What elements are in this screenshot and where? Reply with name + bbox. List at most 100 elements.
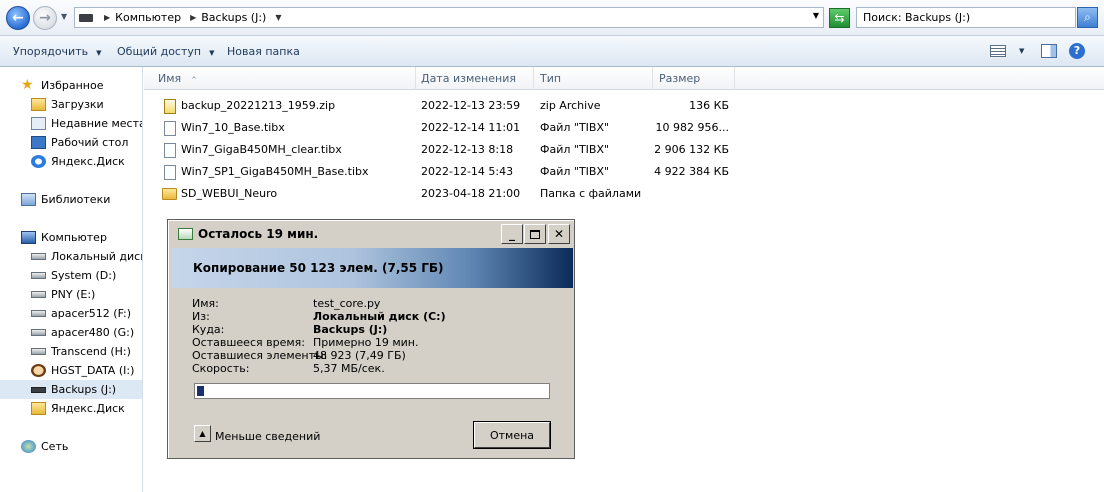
file-type: Файл "TIBX"	[540, 143, 610, 156]
less-details-label[interactable]: Меньше сведений	[215, 430, 320, 443]
forward-button[interactable]: →	[33, 6, 57, 30]
sidebar-item-label: Яндекс.Диск	[51, 155, 125, 168]
copy-progress-bar	[194, 383, 550, 399]
refresh-icon: ⇆	[834, 11, 845, 25]
file-row[interactable]: SD_WEBUI_Neuro 2023-04-18 21:00 Папка с …	[144, 183, 744, 205]
sidebar-item-label: apacer480 (G:)	[51, 326, 135, 339]
command-bar: Упорядочить ▼ Общий доступ ▼ Новая папка ▼…	[0, 36, 1104, 67]
from-value[interactable]: Локальный диск (C:)	[313, 310, 446, 323]
sidebar-item-desktop[interactable]: Рабочий стол	[0, 133, 142, 152]
file-type: Файл "TIBX"	[540, 165, 610, 178]
speed-value: 5,37 МБ/сек.	[313, 362, 385, 375]
sidebar-item-drive-j[interactable]: Backups (J:)	[0, 380, 142, 399]
sidebar-item-drive-d[interactable]: System (D:)	[0, 266, 142, 285]
cancel-button[interactable]: Отмена	[473, 421, 551, 449]
search-input[interactable]: Поиск: Backups (J:)	[856, 7, 1076, 28]
sidebar-item-drive-e[interactable]: PNY (E:)	[0, 285, 142, 304]
new-folder-button[interactable]: Новая папка	[227, 45, 300, 58]
close-icon: ✕	[553, 227, 565, 241]
dialog-title-bar[interactable]: Осталось 19 мин. _ ✕	[170, 222, 572, 246]
speed-label: Скорость:	[192, 362, 250, 375]
column-date[interactable]: Дата изменения	[415, 67, 534, 90]
file-row[interactable]: Win7_GigaB450MH_clear.tibx 2022-12-13 8:…	[144, 139, 744, 161]
star-icon: ★	[21, 77, 34, 93]
drive-icon	[31, 253, 46, 260]
sidebar-item-drive-f[interactable]: apacer512 (F:)	[0, 304, 142, 323]
view-dropdown-icon[interactable]: ▼	[1019, 47, 1024, 55]
breadcrumb-drive[interactable]: Backups (J:)	[201, 11, 266, 24]
sidebar-item-drive-g[interactable]: apacer480 (G:)	[0, 323, 142, 342]
sidebar-item-label: Backups (J:)	[51, 383, 117, 396]
file-name: Win7_10_Base.tibx	[181, 121, 285, 134]
share-label: Общий доступ	[117, 45, 202, 58]
sidebar-item-yandex-disk[interactable]: Яндекс.Диск	[0, 152, 142, 171]
time-left-label: Оставшееся время:	[192, 336, 305, 349]
view-icon[interactable]	[990, 45, 1006, 57]
sidebar-item-label: Локальный диск (	[51, 250, 142, 263]
sidebar-item-label: Сеть	[41, 440, 69, 453]
help-icon[interactable]: ?	[1069, 43, 1085, 59]
sort-up-icon: ^	[191, 76, 198, 84]
items-left-label: Оставшиеся элементы:	[192, 349, 328, 362]
network-icon	[21, 440, 36, 453]
dialog-banner: Копирование 50 123 элем. (7,55 ГБ)	[171, 248, 573, 288]
file-date: 2022-12-14 5:43	[421, 165, 514, 178]
progress-fill	[197, 386, 204, 396]
from-label: Из:	[192, 310, 210, 323]
sidebar-network[interactable]: Сеть	[0, 437, 142, 456]
close-button[interactable]: ✕	[548, 224, 570, 244]
share-button[interactable]: Общий доступ ▼	[117, 45, 214, 58]
folder-icon	[31, 402, 46, 415]
organize-button[interactable]: Упорядочить ▼	[13, 45, 102, 58]
breadcrumb-separator-icon[interactable]: ▶	[190, 13, 196, 22]
recent-places-icon	[31, 117, 46, 130]
sidebar-item-drive-i[interactable]: HGST_DATA (I:)	[0, 361, 142, 380]
history-dropdown-icon[interactable]: ▼	[61, 12, 67, 21]
chevron-up-icon: ▲	[199, 429, 206, 438]
file-name: backup_20221213_1959.zip	[181, 99, 336, 112]
less-details-button[interactable]: ▲	[194, 425, 211, 442]
preview-pane-icon[interactable]	[1041, 44, 1057, 58]
column-name[interactable]: Имя ^	[152, 67, 416, 90]
name-label: Имя:	[192, 297, 219, 310]
to-value[interactable]: Backups (J:)	[313, 323, 387, 336]
column-size[interactable]: Размер	[653, 67, 735, 90]
sidebar-item-downloads[interactable]: Загрузки	[0, 95, 142, 114]
file-date: 2022-12-13 23:59	[421, 99, 521, 112]
address-bar-area: ← → ▼ ▶ Компьютер ▶ Backups (J:) ▼ ▼ ⇆ П…	[0, 0, 1104, 36]
file-row[interactable]: backup_20221213_1959.zip 2022-12-13 23:5…	[144, 95, 744, 117]
sidebar-computer[interactable]: Компьютер	[0, 228, 142, 247]
back-button[interactable]: ←	[6, 6, 30, 30]
sidebar-item-drive-c[interactable]: Локальный диск (	[0, 247, 142, 266]
file-row[interactable]: Win7_10_Base.tibx 2022-12-14 11:01 Файл …	[144, 117, 744, 139]
minimize-button[interactable]: _	[501, 224, 523, 244]
maximize-button[interactable]	[524, 224, 546, 244]
file-date: 2022-12-14 11:01	[421, 121, 521, 134]
breadcrumb-computer[interactable]: Компьютер	[115, 11, 181, 24]
file-name: Win7_SP1_GigaB450MH_Base.tibx	[181, 165, 369, 178]
file-name: Win7_GigaB450MH_clear.tibx	[181, 143, 342, 156]
column-type[interactable]: Тип	[534, 67, 653, 90]
breadcrumb-dropdown-icon[interactable]: ▼	[275, 13, 281, 22]
downloads-folder-icon	[31, 98, 46, 111]
computer-icon	[21, 231, 36, 244]
search-button[interactable]: ⌕	[1077, 7, 1098, 28]
sidebar-item-label: PNY (E:)	[51, 288, 96, 301]
sidebar-item-label: Рабочий стол	[51, 136, 129, 149]
sidebar-favorites[interactable]: ★ Избранное	[0, 76, 142, 95]
file-icon	[164, 143, 176, 158]
sidebar-item-yandex-disk-2[interactable]: Яндекс.Диск	[0, 399, 142, 418]
breadcrumb-separator-icon[interactable]: ▶	[104, 13, 110, 22]
address-dropdown-icon[interactable]: ▼	[813, 11, 819, 20]
sidebar-item-label: Яндекс.Диск	[51, 402, 125, 415]
column-header: Имя ^ Дата изменения Тип Размер	[144, 67, 1104, 90]
hgst-drive-icon	[31, 364, 46, 377]
file-row[interactable]: Win7_SP1_GigaB450MH_Base.tibx 2022-12-14…	[144, 161, 744, 183]
refresh-button[interactable]: ⇆	[829, 8, 850, 28]
sidebar-item-drive-h[interactable]: Transcend (H:)	[0, 342, 142, 361]
address-box[interactable]: ▶ Компьютер ▶ Backups (J:) ▼ ▼	[74, 7, 824, 28]
sidebar-libraries[interactable]: Библиотеки	[0, 190, 142, 209]
file-size: 2 906 132 КБ	[654, 143, 729, 156]
sidebar-item-recent[interactable]: Недавние места	[0, 114, 142, 133]
sidebar-item-label: System (D:)	[51, 269, 117, 282]
